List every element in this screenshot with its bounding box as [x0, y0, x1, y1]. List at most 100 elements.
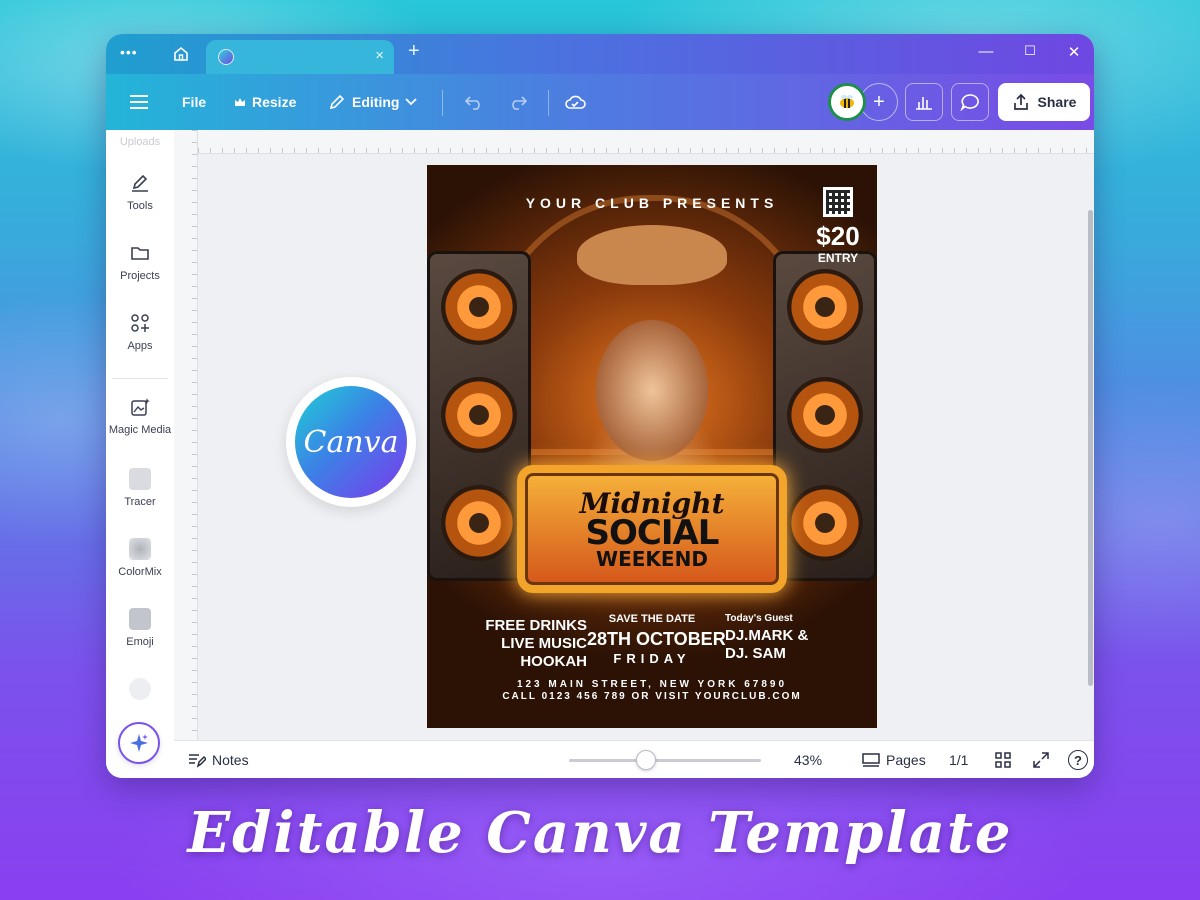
apps-grid-icon: [131, 314, 149, 332]
grid-view-button[interactable]: [994, 741, 1012, 778]
folder-icon: [131, 247, 149, 260]
sidebar-item-label: Emoji: [126, 636, 154, 648]
flyer-perk: LIVE MUSIC: [501, 635, 587, 652]
woofer: [441, 377, 517, 453]
comments-button[interactable]: [951, 83, 989, 121]
flyer-price-sub: ENTRY: [817, 251, 859, 265]
woofer: [787, 377, 863, 453]
toolbar-divider: [442, 90, 443, 116]
sidebar-item-label: Projects: [120, 270, 160, 282]
flyer-day: FRIDAY: [613, 651, 691, 666]
flyer-contact: CALL 0123 456 789 OR VISIT YOURCLUB.COM: [502, 691, 802, 702]
file-label: File: [182, 94, 207, 110]
more-dots-icon[interactable]: •••: [120, 44, 138, 60]
magic-assistant-button[interactable]: [118, 722, 160, 764]
sidebar-item-more-app[interactable]: [106, 678, 174, 706]
promo-caption: Editable Canva Template: [187, 800, 1013, 866]
app-icon: [129, 678, 151, 700]
flyer-presents: YOUR CLUB PRESENTS: [525, 195, 779, 211]
pages-icon: [862, 753, 880, 767]
tracer-app-icon: [129, 468, 151, 490]
browser-tab[interactable]: ×: [206, 40, 394, 74]
woofer: [441, 269, 517, 345]
sidebar-item-label: Magic Media: [108, 424, 172, 436]
emoji-app-icon: [129, 608, 151, 630]
share-button[interactable]: Share: [998, 83, 1090, 121]
minimize-icon[interactable]: —: [976, 43, 996, 60]
expand-icon: [1033, 752, 1049, 768]
canva-logo: Canva: [295, 386, 407, 498]
bar-chart-icon: [916, 97, 932, 110]
fullscreen-button[interactable]: [1032, 741, 1050, 778]
title-bar: ••• × + — ☐ ✕: [106, 34, 1094, 74]
redo-button[interactable]: [508, 74, 528, 130]
tab-close-icon[interactable]: ×: [375, 47, 384, 64]
cloud-save-button[interactable]: [564, 74, 586, 130]
woofer: [787, 485, 863, 561]
flyer-date: 28TH OCTOBER: [587, 629, 726, 649]
redo-icon: [512, 96, 528, 110]
sidebar-item-tools[interactable]: Tools: [106, 172, 174, 212]
flyer-save-date: SAVE THE DATE: [608, 613, 696, 625]
insights-button[interactable]: [905, 83, 943, 121]
sidebar-item-colormix[interactable]: ColorMix: [106, 538, 174, 578]
draw-pen-icon: [132, 174, 148, 192]
sidebar-item-label: Tracer: [124, 496, 156, 508]
share-label: Share: [1037, 94, 1077, 110]
editor-toolbar: File Resize Editing + Share: [106, 74, 1094, 130]
canva-logo-badge: Canva: [286, 377, 416, 507]
sidebar-item-emoji[interactable]: Emoji: [106, 608, 174, 648]
editing-mode-dropdown[interactable]: Editing: [328, 74, 418, 130]
sidebar-item-magic-media[interactable]: Magic Media: [106, 396, 174, 436]
vertical-scrollbar[interactable]: [1088, 210, 1093, 686]
notes-button[interactable]: Notes: [188, 741, 249, 778]
help-button[interactable]: ?: [1068, 741, 1088, 778]
pages-button[interactable]: Pages: [862, 741, 926, 778]
flyer-price: $20: [816, 221, 860, 251]
zoom-slider-track[interactable]: [569, 759, 761, 762]
resize-button[interactable]: Resize: [234, 74, 296, 130]
zoom-slider-thumb[interactable]: [636, 750, 656, 770]
undo-button[interactable]: [464, 74, 484, 130]
menu-button[interactable]: [130, 74, 148, 130]
canva-editor-window: ••• × + — ☐ ✕ File Resize Editing + Shar…: [106, 34, 1094, 778]
flyer-perk: HOOKAH: [520, 653, 587, 670]
maximize-icon[interactable]: ☐: [1020, 43, 1040, 59]
page-count-value: 1/1: [949, 752, 969, 768]
zoom-level[interactable]: 43%: [794, 741, 822, 778]
editing-label: Editing: [352, 94, 400, 110]
cloud-check-icon: [565, 95, 586, 109]
bee-avatar-icon: [840, 95, 854, 108]
magic-image-icon: [131, 398, 150, 416]
home-icon[interactable]: [172, 45, 190, 63]
flyer-guest1: DJ.MARK &: [725, 627, 809, 644]
avatar[interactable]: [828, 83, 866, 121]
resize-label: Resize: [252, 94, 297, 110]
pages-label: Pages: [886, 752, 926, 768]
new-tab-icon[interactable]: +: [408, 40, 420, 63]
toolbar-divider: [548, 90, 549, 116]
sidebar-item-tracer[interactable]: Tracer: [106, 468, 174, 508]
flyer-title-line2: WEEKEND: [596, 547, 708, 571]
sidebar-item-label: Tools: [127, 200, 153, 212]
sidebar-item-uploads[interactable]: Uploads: [106, 136, 174, 148]
help-icon: ?: [1068, 750, 1088, 770]
flyer-guest2: DJ. SAM: [725, 645, 786, 662]
flyer-page[interactable]: YOUR CLUB PRESENTS $20 ENTRY Midnight SO…: [427, 165, 877, 728]
page-count: 1/1: [949, 741, 968, 778]
notes-icon: [189, 754, 206, 768]
undo-icon: [464, 96, 480, 110]
sidebar-item-projects[interactable]: Projects: [106, 242, 174, 282]
canva-logo-text: Canva: [303, 424, 399, 460]
sidebar-item-label: Apps: [127, 340, 153, 352]
close-icon[interactable]: ✕: [1064, 43, 1084, 61]
bottom-bar: Notes 43% Pages 1/1 ?: [174, 740, 1094, 778]
speaker-right: [773, 251, 877, 581]
share-upload-icon: [1013, 93, 1028, 110]
ruler-vertical: [174, 130, 198, 740]
file-menu[interactable]: File: [182, 74, 206, 130]
qr-code: [823, 187, 853, 217]
flyer-perk: FREE DRINKS: [485, 617, 587, 634]
chevron-down-icon: [405, 98, 418, 106]
sidebar-item-apps[interactable]: Apps: [106, 312, 174, 352]
